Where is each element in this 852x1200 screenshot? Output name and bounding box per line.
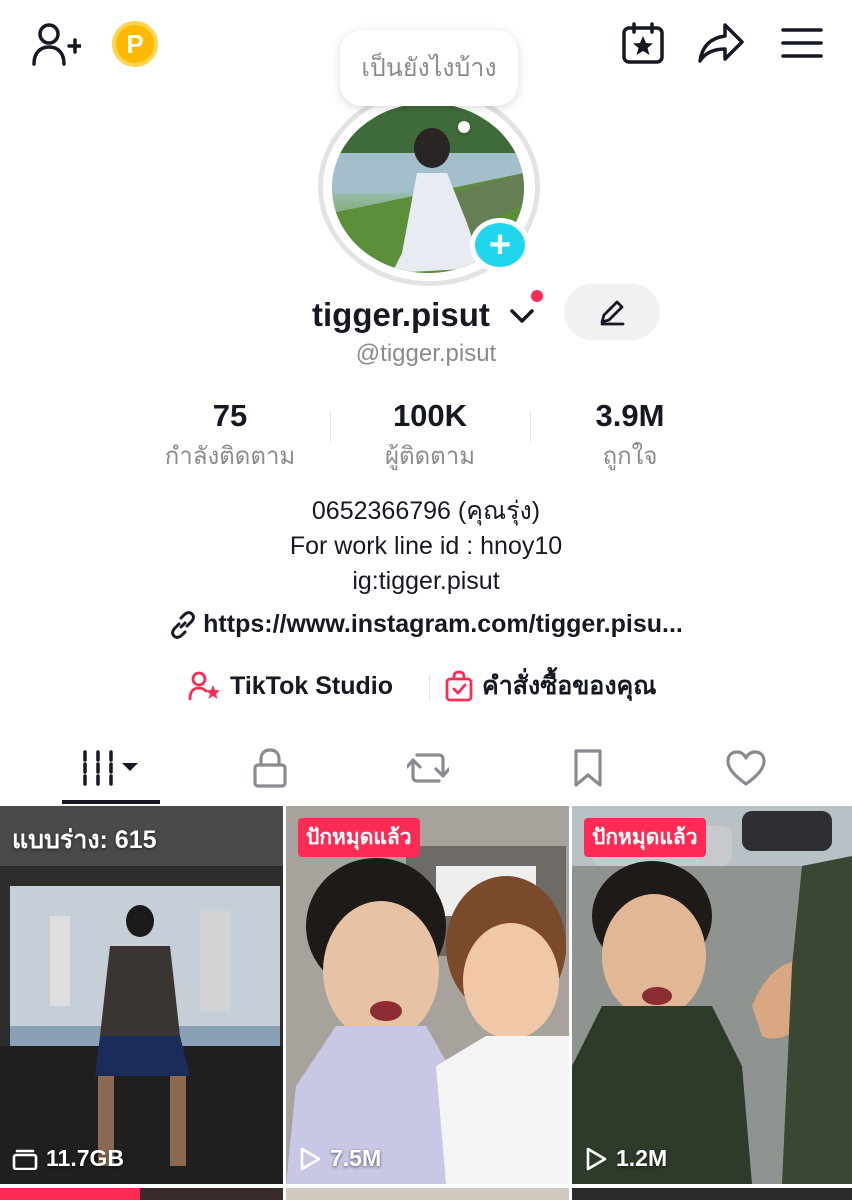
drafts-size: 11.7GB [12,1145,124,1172]
link-icon [171,611,196,640]
likes-count: 3.9M [595,398,665,433]
video-tile-partial[interactable] [572,1188,852,1200]
tiktok-studio-label: TikTok Studio [230,671,393,700]
name-row: tigger.pisut [0,284,852,346]
creator-tools: TikTok Studio คำสั่งซื้อของคุณ [0,666,852,706]
video-tile-partial[interactable] [0,1188,283,1200]
stat-followers[interactable]: 100K ผู้ติดตาม [330,398,530,475]
video-tile[interactable]: ปักหมุดแล้ว 7.5M [286,806,569,1184]
your-orders-label: คำสั่งซื้อของคุณ [482,672,657,700]
shopping-bag-icon [445,670,473,702]
tab-favorites[interactable] [550,734,626,802]
coin-icon[interactable]: P [110,20,160,68]
add-friend-icon[interactable] [28,20,84,68]
bio-link[interactable]: https://www.instagram.com/tigger.pisu... [0,610,852,640]
tab-liked[interactable] [708,734,784,802]
tools-divider [429,674,430,700]
view-count: 1.2M [584,1145,667,1172]
video-tile[interactable]: ปักหมุดแล้ว 1.2M [572,806,852,1184]
studio-person-star-icon [188,671,220,701]
bio-line: 0652366796 (คุณรุ่ง) [311,497,541,525]
pinned-badge-partial [0,1188,140,1200]
tab-private[interactable] [232,734,308,802]
followers-count: 100K [392,398,468,433]
menu-icon[interactable] [776,18,828,68]
content-tabs [0,734,852,806]
likes-label: ถูกใจ [602,443,658,470]
play-icon [586,1147,607,1170]
video-tile-partial[interactable] [286,1188,569,1200]
drafts-stack-icon [12,1149,38,1170]
account-switch-chevron-icon[interactable] [508,302,536,330]
tab-reposts[interactable] [390,734,466,802]
following-label: กำลังติดตาม [164,443,296,470]
drafts-tile[interactable]: แบบร่าง: 615 11.7GB [0,806,283,1184]
edit-profile-button[interactable] [564,284,660,340]
active-tab-indicator [62,800,160,804]
drafts-count-label: แบบร่าง: 615 [12,826,157,854]
video-thumbnail [286,806,569,1184]
view-count: 7.5M [298,1145,381,1172]
view-count-value: 1.2M [616,1145,668,1171]
grid-videos-icon [83,750,138,786]
bio-link-text: https://www.instagram.com/tigger.pisu... [203,610,683,638]
profile-stats: 75 กำลังติดตาม 100K ผู้ติดตาม 3.9M ถูกใจ [130,398,730,470]
video-thumbnail [572,806,852,1184]
video-grid: แบบร่าง: 615 11.7GB ปักหมุดแล้ว 7.5M ปัก… [0,806,852,1200]
pinned-badge: ปักหมุดแล้ว [298,818,420,857]
tab-videos[interactable] [62,734,160,802]
followers-label: ผู้ติดตาม [384,443,476,470]
bio-line: ig:tigger.pisut [352,567,500,595]
display-name: tigger.pisut [312,296,490,333]
your-orders-button[interactable]: คำสั่งซื้อของคุณ [444,666,656,706]
tiktok-studio-button[interactable]: TikTok Studio [188,666,393,706]
following-count: 75 [212,398,248,433]
video-thumbnail [0,806,283,1184]
play-icon [300,1147,321,1170]
lock-icon [253,748,287,788]
calendar-star-icon[interactable] [618,18,668,68]
bio-line: For work line id : hnoy10 [289,532,563,560]
pencil-icon [600,300,625,326]
stat-following[interactable]: 75 กำลังติดตาม [130,398,330,475]
bookmark-icon [574,749,602,787]
view-count-value: 7.5M [330,1145,382,1171]
notification-dot [529,288,545,304]
status-bubble-tail [458,121,470,133]
status-bubble[interactable]: เป็นยังไงบ้าง [340,30,518,106]
bio: 0652366796 (คุณรุ่ง) For work line id : … [0,494,852,599]
pinned-badge: ปักหมุดแล้ว [584,818,706,857]
drafts-size-value: 11.7GB [46,1145,124,1171]
username-handle: @tigger.pisut [355,340,497,367]
heart-icon [726,750,766,786]
repost-icon [407,753,449,783]
add-story-button[interactable]: + [470,218,530,272]
share-icon[interactable] [694,18,748,68]
stat-likes[interactable]: 3.9M ถูกใจ [530,398,730,475]
